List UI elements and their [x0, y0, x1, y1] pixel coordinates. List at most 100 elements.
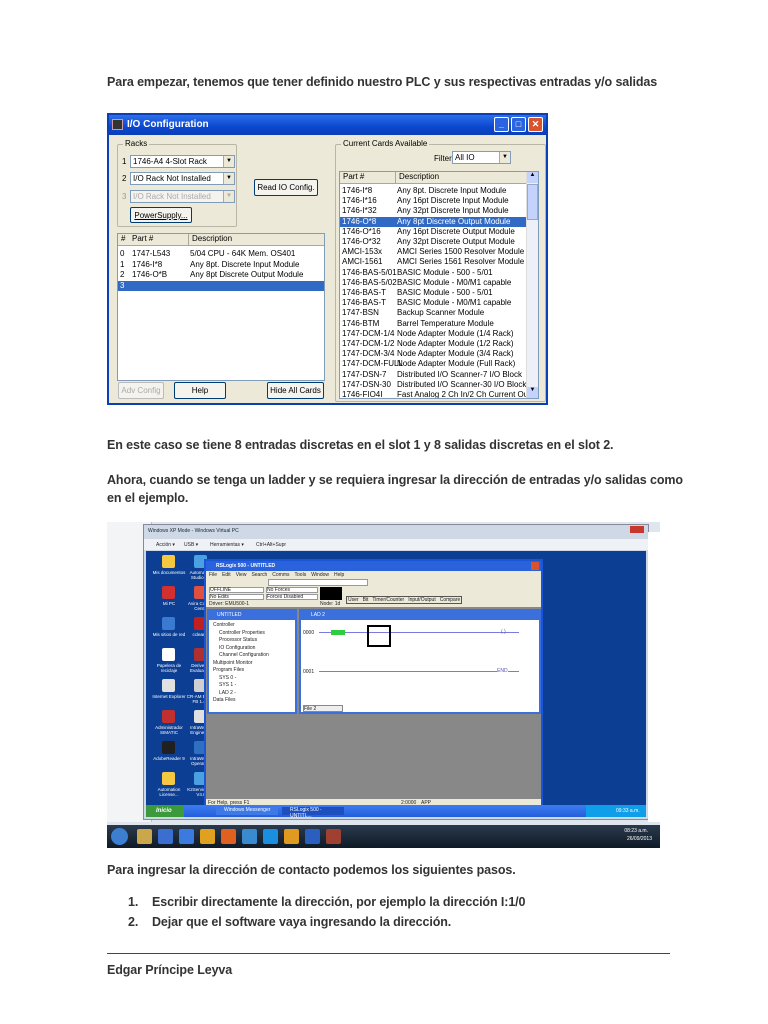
desktop-icon[interactable] [162, 617, 175, 630]
adv-config-button[interactable]: Adv Config [118, 382, 164, 399]
xp-start-button[interactable]: Inicio [146, 805, 184, 817]
taskbar-app-icon[interactable] [263, 829, 278, 844]
card-row[interactable]: 1746-I*16 Any 16pt Discrete Input Module [340, 196, 526, 206]
card-row[interactable]: 1746-I*32 Any 32pt Discrete Input Module [340, 206, 526, 216]
cards-list[interactable]: Part # Description 1746-I*8 Any 8pt. Disc… [339, 171, 539, 399]
card-row[interactable]: 1746-BAS-5/01 BASIC Module - 500 - 5/01 [340, 268, 526, 278]
windows-start-icon[interactable] [111, 828, 128, 845]
tree-item[interactable]: SYS 0 - [213, 675, 269, 683]
card-row[interactable]: 1746-I*8 Any 8pt. Discrete Input Module [340, 186, 526, 196]
rslogix-menu-item[interactable]: Edit [222, 572, 231, 578]
tree-item[interactable]: IO Configuration [213, 645, 269, 653]
tree-item[interactable]: Processor Status [213, 637, 269, 645]
menu-accion[interactable]: Acción ▾ [156, 542, 175, 548]
branch-instruction[interactable] [367, 625, 391, 647]
card-row[interactable]: 1747-BSN Backup Scanner Module [340, 308, 526, 318]
slot-row[interactable]: 3 [118, 280, 324, 291]
minimize-button[interactable]: _ [494, 117, 509, 132]
toolbar-combo[interactable] [268, 579, 368, 586]
rslogix-menu-item[interactable]: File [209, 572, 217, 578]
mode-select[interactable]: OFFLINE [209, 587, 264, 593]
slot-list[interactable]: # Part # Description 0 1747-L543 5/04 CPU … [117, 233, 325, 381]
desktop-icon[interactable] [162, 679, 175, 692]
rslogix-menu-item[interactable]: Help [334, 572, 344, 578]
tree-item[interactable]: Multipoint Monitor [213, 660, 269, 668]
card-row[interactable]: 1746-O*32 Any 32pt Discrete Output Module [340, 237, 526, 247]
contact-instruction[interactable] [331, 630, 345, 635]
desktop-icon[interactable] [162, 586, 175, 599]
card-row[interactable]: 1746-O*8 Any 8pt Discrete Output Module [340, 216, 526, 227]
card-row[interactable]: 1746-O*16 Any 16pt Discrete Output Module [340, 227, 526, 237]
slot-row[interactable]: 2 1746-O*B Any 8pt Discrete Output Module [118, 270, 324, 280]
rack-1-select[interactable]: 1746-A4 4-Slot Rack ▼ [130, 155, 235, 168]
rack-3-select[interactable]: I/O Rack Not Installed ▼ [130, 190, 235, 203]
tab-bit[interactable]: Bit [363, 597, 369, 603]
desktop-icon[interactable] [162, 710, 175, 723]
maximize-button[interactable]: □ [511, 117, 526, 132]
tree-item[interactable]: Controller Properties [213, 630, 269, 638]
close-button[interactable]: ✕ [528, 117, 543, 132]
scroll-up-icon[interactable]: ▲ [527, 172, 538, 183]
taskbar-app-icon[interactable] [326, 829, 341, 844]
tree-item[interactable]: Controller [213, 622, 269, 630]
taskbar-app-icon[interactable] [242, 829, 257, 844]
tree-item[interactable]: Program Files [213, 667, 269, 675]
menu-herramientas[interactable]: Herramientas ▾ [210, 542, 244, 548]
card-row[interactable]: 1747-DCM-1/4 Node Adapter Module (1/4 Rac… [340, 329, 526, 339]
card-row[interactable]: 1747-DSN-7 Distributed I/O Scanner-7 I/O … [340, 370, 526, 380]
vpc-close-button[interactable] [630, 526, 644, 533]
desktop-icon[interactable] [162, 741, 175, 754]
task-rslogix[interactable]: RSLogix 500 - UNTITL... [282, 807, 344, 819]
tab-input-output[interactable]: Input/Output [408, 597, 436, 603]
tab-compare[interactable]: Compare [440, 597, 461, 603]
card-row[interactable]: 1746-BAS-T BASIC Module - M0/M1 capable [340, 298, 526, 308]
slot-row[interactable]: 1 1746-I*8 Any 8pt. Discrete Input Module [118, 260, 324, 270]
cards-scrollbar[interactable]: ▲ ▼ [526, 172, 538, 398]
card-row[interactable]: AMCI-153x AMCI Series 1500 Resolver Modul… [340, 247, 526, 257]
tree-item[interactable]: Channel Configuration [213, 652, 269, 660]
card-row[interactable]: AMCI-1561 AMCI Series 1561 Resolver Modul… [340, 257, 526, 267]
card-row[interactable]: 1747-DCM-1/2 Node Adapter Module (1/2 Rac… [340, 339, 526, 349]
rslogix-menu-item[interactable]: Window [311, 572, 329, 578]
card-row[interactable]: 1746-BAS-5/02 BASIC Module - M0/M1 capabl… [340, 278, 526, 288]
rslogix-close-button[interactable] [531, 562, 539, 570]
taskbar-app-icon[interactable] [137, 829, 152, 844]
desktop-icon[interactable] [162, 772, 175, 785]
taskbar-app-icon[interactable] [179, 829, 194, 844]
card-row[interactable]: 1746-FIO4I Fast Analog 2 Ch In/2 Ch Curre… [340, 390, 530, 398]
filter-select[interactable]: All IO ▼ [452, 151, 511, 164]
help-button[interactable]: Help [174, 382, 226, 399]
scroll-down-icon[interactable]: ▼ [527, 387, 538, 398]
file-tab[interactable]: File 2 [303, 705, 343, 712]
scroll-thumb[interactable] [527, 184, 538, 220]
slot-row[interactable]: 0 1747-L543 5/04 CPU - 64K Mem. OS401 [118, 249, 324, 259]
card-row[interactable]: 1746-BAS-T BASIC Module - 500 - 5/01 [340, 288, 526, 298]
read-io-config-button[interactable]: Read IO Config. [254, 179, 318, 196]
card-row[interactable]: 1747-DSN-30 Distributed I/O Scanner-30 I/… [340, 380, 526, 390]
rslogix-menu-item[interactable]: Comms [272, 572, 289, 578]
taskbar-app-icon[interactable] [200, 829, 215, 844]
rslogix-menu-item[interactable]: Tools [295, 572, 307, 578]
card-row[interactable]: 1746-BTM Barrel Temperature Module [340, 319, 526, 329]
rack-2-select[interactable]: I/O Rack Not Installed ▼ [130, 172, 235, 185]
rslogix-menu-item[interactable]: Search [251, 572, 267, 578]
desktop-icon[interactable] [162, 555, 175, 568]
task-windows-messenger[interactable]: Windows Messenger [216, 807, 278, 815]
card-row[interactable]: 1747-DCM-3/4 Node Adapter Module (3/4 Rac… [340, 349, 526, 359]
desktop-icon[interactable] [162, 648, 175, 661]
menu-usb[interactable]: USB ▾ [184, 542, 198, 548]
tree-item[interactable]: LAD 2 - [213, 690, 269, 698]
menu-ctrl-alt-supr[interactable]: Ctrl+Alt+Supr [256, 542, 286, 548]
tab-timer-counter[interactable]: Timer/Counter [372, 597, 404, 603]
power-supply-button[interactable]: PowerSupply... [130, 207, 192, 223]
hide-all-cards-button[interactable]: Hide All Cards [267, 382, 324, 399]
taskbar-app-icon[interactable] [305, 829, 320, 844]
card-row[interactable]: 1747-DCM-FULL Node Adapter Module (Full R… [340, 359, 526, 369]
tree-item[interactable]: SYS 1 - [213, 682, 269, 690]
tree-item[interactable]: Data Files [213, 697, 269, 705]
taskbar-app-icon[interactable] [284, 829, 299, 844]
taskbar-app-icon[interactable] [158, 829, 173, 844]
tab-user[interactable]: User [348, 597, 359, 603]
taskbar-app-icon[interactable] [221, 829, 236, 844]
output-coil[interactable]: ( ) [501, 629, 506, 635]
